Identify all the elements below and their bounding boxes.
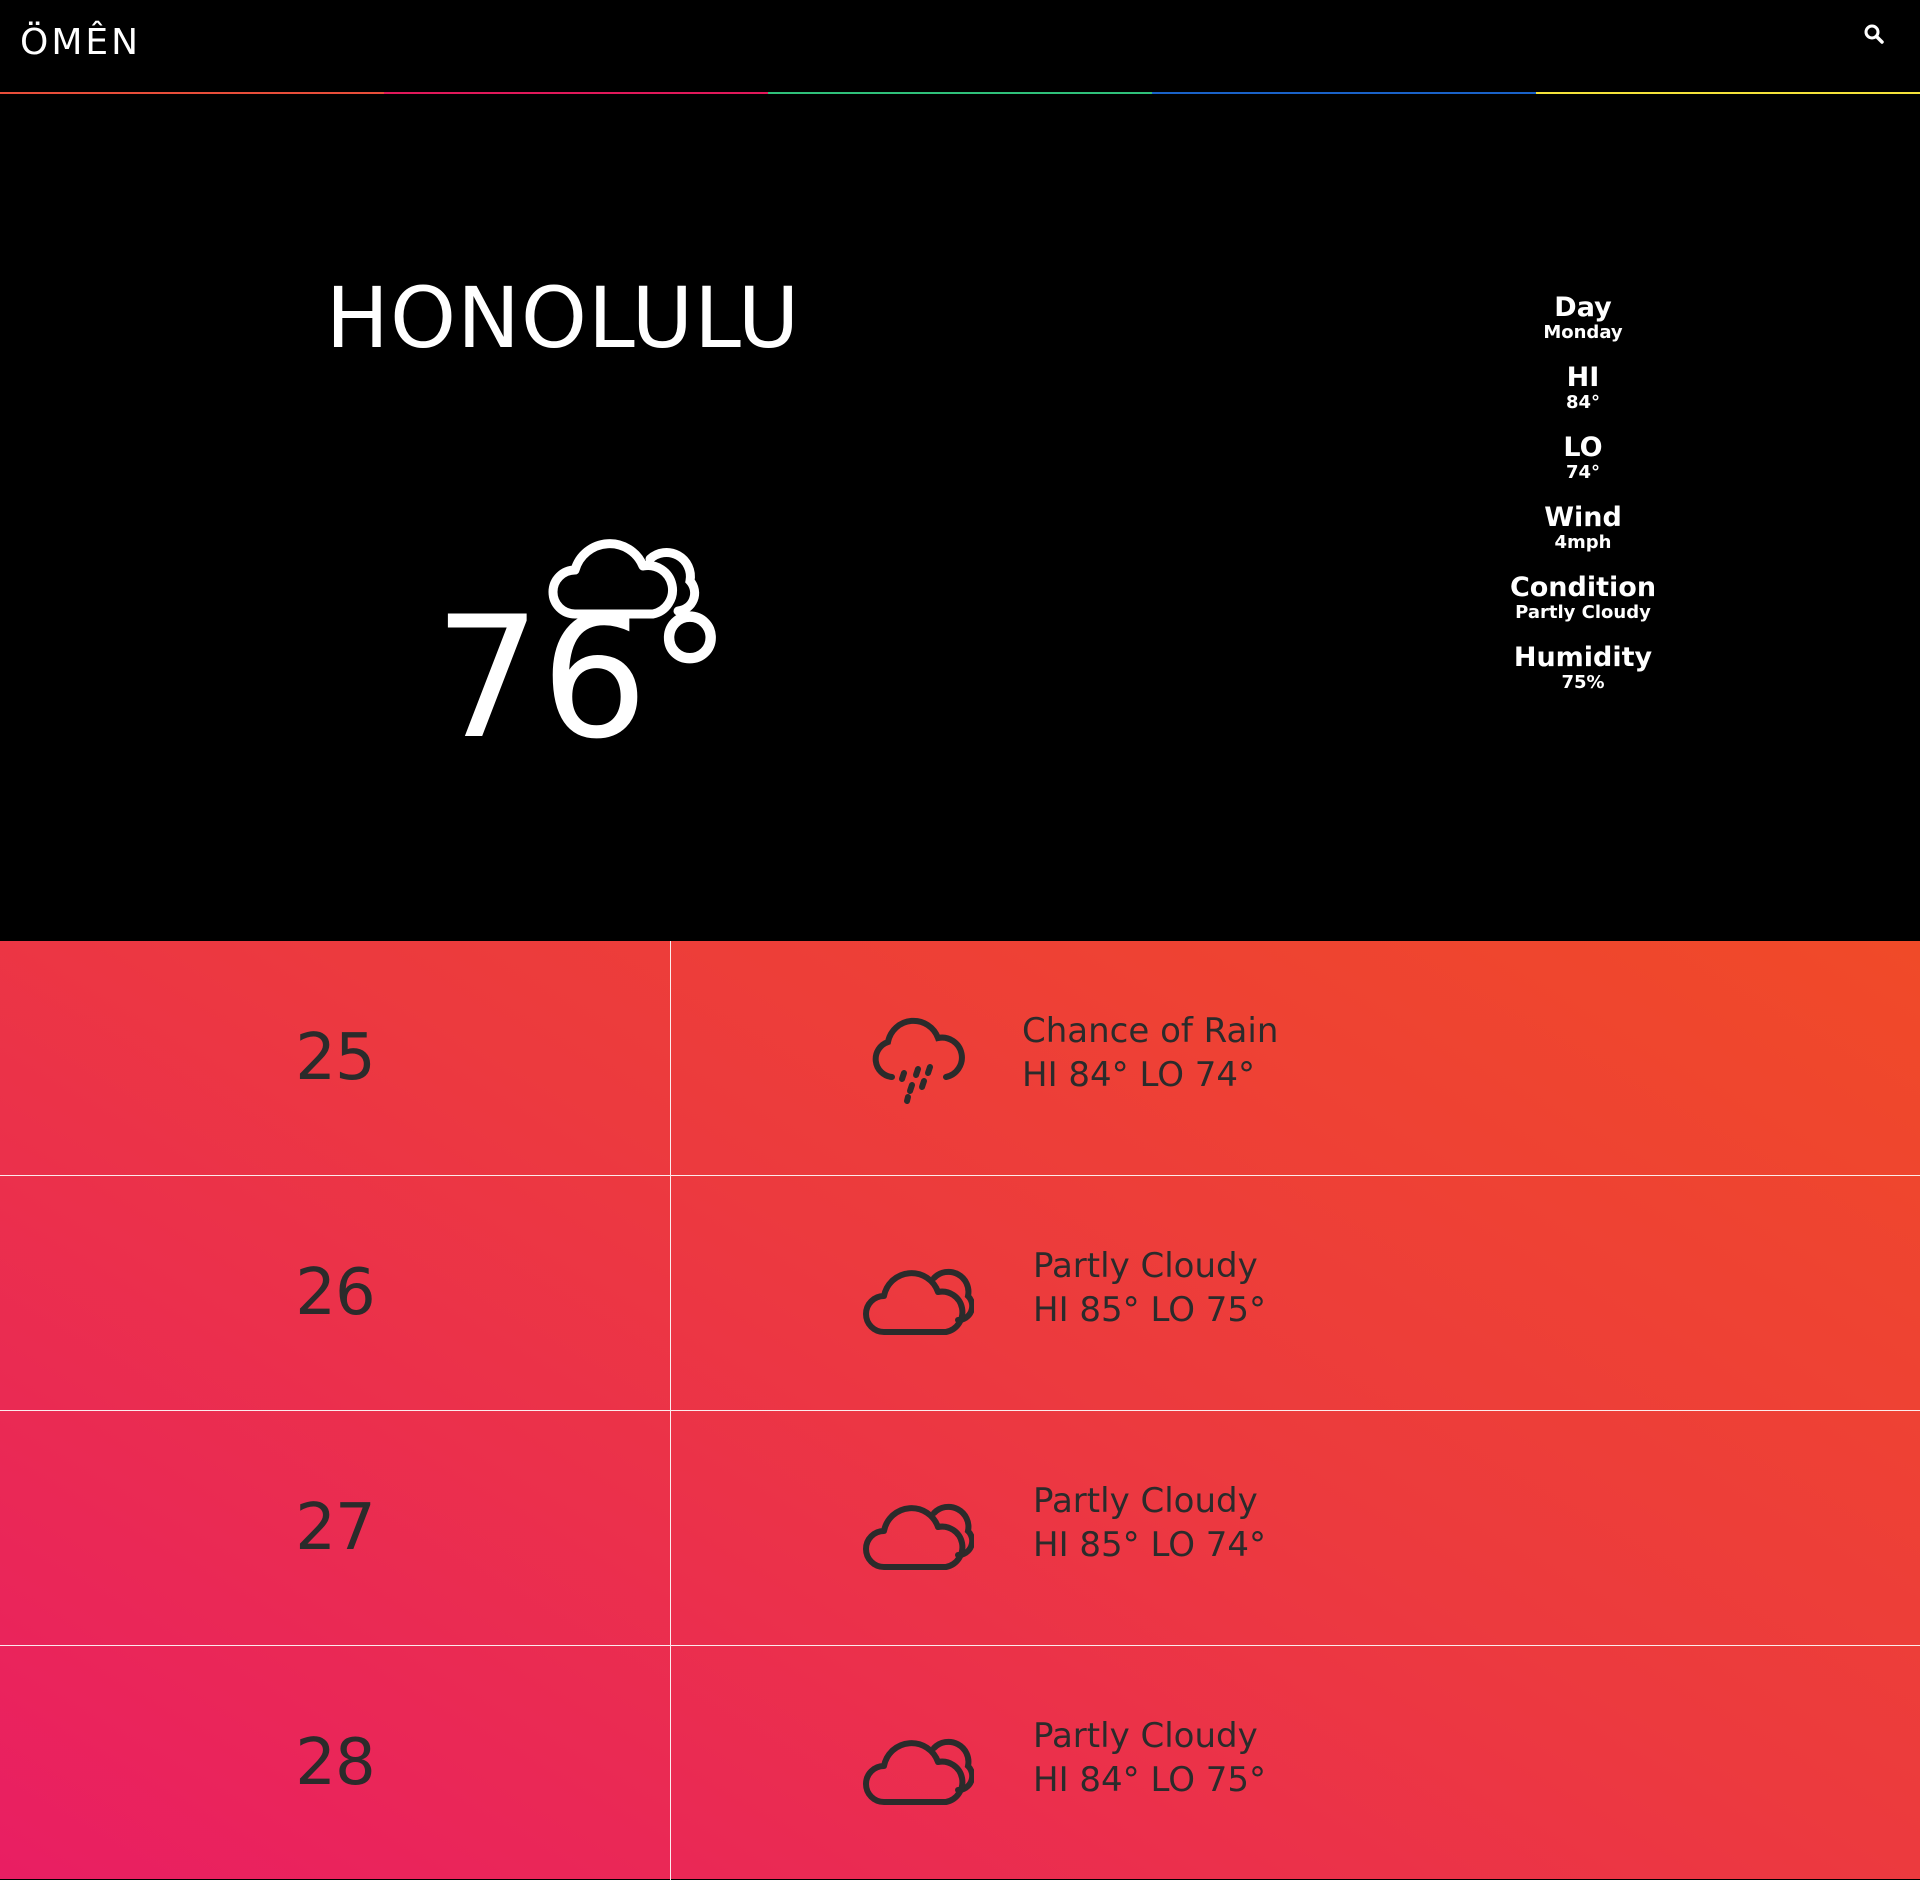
forecast-day: 28: [295, 1726, 375, 1800]
forecast-condition: Partly Cloudy: [1033, 1481, 1258, 1521]
forecast-summary: Partly Cloudy HI 84° LO 75°: [1033, 1714, 1266, 1802]
detail-label: Condition: [1509, 572, 1657, 603]
column-divider: [670, 941, 671, 1175]
forecast-hilo: HI 84° LO 74°: [1022, 1055, 1256, 1095]
partly-cloudy-icon: [862, 1485, 976, 1575]
forecast-condition: Partly Cloudy: [1033, 1716, 1258, 1756]
forecast-summary: Partly Cloudy HI 85° LO 74°: [1033, 1479, 1266, 1567]
column-divider: [670, 1646, 671, 1880]
detail-wind: Wind 4mph: [1483, 504, 1683, 554]
detail-lo: LO 74°: [1483, 434, 1683, 484]
partly-cloudy-icon: [862, 1250, 976, 1340]
detail-label: Humidity: [1513, 642, 1653, 673]
forecast-day: 27: [295, 1491, 375, 1565]
forecast-summary: Chance of Rain HI 84° LO 74°: [1022, 1009, 1278, 1097]
current-weather: HONOLULU 76° Day Monday HI 84° LO 74° Wi…: [0, 94, 1920, 940]
detail-value: 74°: [1565, 462, 1601, 483]
forecast-condition: Chance of Rain: [1022, 1011, 1279, 1051]
forecast-hilo: HI 84° LO 75°: [1033, 1760, 1267, 1800]
column-divider: [670, 1411, 671, 1645]
rain-icon: [862, 1015, 974, 1105]
column-divider: [670, 1176, 671, 1410]
partly-cloudy-icon: [862, 1720, 976, 1810]
forecast-summary: Partly Cloudy HI 85° LO 75°: [1033, 1244, 1266, 1332]
forecast-hilo: HI 85° LO 75°: [1033, 1290, 1267, 1330]
detail-hi: HI 84°: [1483, 364, 1683, 414]
forecast-condition: Partly Cloudy: [1033, 1246, 1258, 1286]
search-icon[interactable]: [1862, 22, 1886, 46]
detail-humidity: Humidity 75%: [1483, 644, 1683, 694]
detail-value: Monday: [1543, 322, 1623, 343]
forecast-list: 25 Chance of Rain HI 84° LO 74° 26 Partl…: [0, 941, 1920, 1880]
detail-condition: Condition Partly Cloudy: [1483, 574, 1683, 624]
detail-value: 4mph: [1554, 532, 1612, 553]
forecast-hilo: HI 85° LO 74°: [1033, 1525, 1267, 1565]
detail-label: LO: [1563, 432, 1603, 463]
detail-value: 75%: [1561, 672, 1605, 693]
forecast-row[interactable]: 26 Partly Cloudy HI 85° LO 75°: [0, 1176, 1920, 1411]
forecast-day: 25: [295, 1021, 375, 1095]
forecast-row[interactable]: 28 Partly Cloudy HI 84° LO 75°: [0, 1646, 1920, 1880]
detail-label: Day: [1554, 292, 1612, 323]
forecast-day: 26: [295, 1256, 375, 1330]
detail-label: Wind: [1544, 502, 1622, 533]
forecast-row[interactable]: 27 Partly Cloudy HI 85° LO 74°: [0, 1411, 1920, 1646]
detail-day: Day Monday: [1483, 294, 1683, 344]
detail-value: 84°: [1565, 392, 1601, 413]
details-panel: Day Monday HI 84° LO 74° Wind 4mph Condi…: [1483, 294, 1683, 714]
current-temperature: 76°: [434, 580, 732, 776]
detail-label: HI: [1566, 362, 1600, 393]
detail-value: Partly Cloudy: [1515, 602, 1651, 623]
forecast-row[interactable]: 25 Chance of Rain HI 84° LO 74°: [0, 941, 1920, 1176]
logo[interactable]: ÖMÊN: [20, 22, 141, 63]
top-bar: ÖMÊN: [0, 0, 1920, 95]
city-name: HONOLULU: [325, 269, 801, 367]
